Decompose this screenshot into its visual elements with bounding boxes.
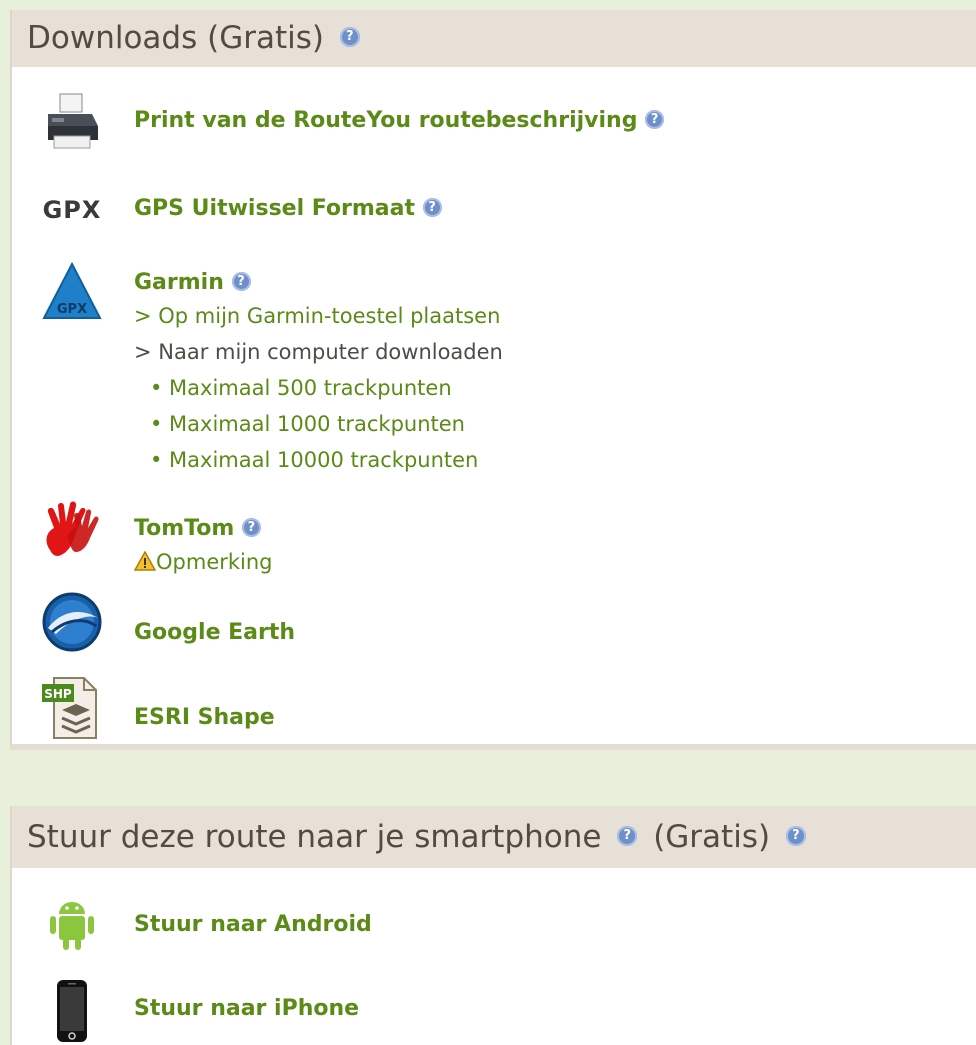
iphone-link[interactable]: Stuur naar iPhone bbox=[134, 996, 359, 1021]
print-link[interactable]: Print van de RouteYou routebeschrijving … bbox=[134, 108, 665, 133]
svg-text:SHP: SHP bbox=[44, 687, 72, 701]
help-icon[interactable]: ? bbox=[645, 109, 665, 129]
garmin-option-10000[interactable]: • Maximaal 10000 trackpunten bbox=[150, 448, 478, 472]
svg-text:GPX: GPX bbox=[57, 302, 87, 317]
garmin-icon: GPX bbox=[40, 260, 104, 324]
android-link[interactable]: Stuur naar Android bbox=[134, 912, 372, 937]
help-icon[interactable]: ? bbox=[422, 197, 442, 217]
garmin-download-label: > Naar mijn computer downloaden bbox=[134, 340, 503, 364]
warning-icon bbox=[133, 549, 157, 576]
smartphone-title-gratis: (Gratis) bbox=[653, 819, 771, 855]
tomtom-note-link[interactable]: Opmerking bbox=[133, 549, 273, 576]
printer-icon bbox=[40, 90, 104, 154]
gpx-link[interactable]: GPS Uitwissel Formaat ? bbox=[134, 196, 442, 221]
help-icon[interactable]: ? bbox=[617, 825, 638, 846]
garmin-place-link[interactable]: > Op mijn Garmin-toestel plaatsen bbox=[134, 304, 500, 328]
smartphone-header: Stuur deze route naar je smartphone ? (G… bbox=[12, 806, 976, 868]
gpx-icon: GPX bbox=[42, 196, 102, 224]
tomtom-link[interactable]: TomTom ? bbox=[134, 516, 261, 541]
garmin-option-1000[interactable]: • Maximaal 1000 trackpunten bbox=[150, 412, 465, 436]
smartphone-title: Stuur deze route naar je smartphone bbox=[27, 819, 602, 855]
iphone-icon bbox=[40, 978, 104, 1044]
esri-link[interactable]: ESRI Shape bbox=[134, 705, 275, 730]
downloads-title: Downloads (Gratis) bbox=[27, 20, 324, 56]
shp-file-icon: SHP bbox=[40, 675, 104, 739]
smartphone-panel: Stuur deze route naar je smartphone ? (G… bbox=[10, 806, 976, 1045]
downloads-panel: Downloads (Gratis) ? Print van de RouteY… bbox=[10, 10, 976, 750]
help-icon[interactable]: ? bbox=[231, 271, 251, 291]
garmin-link[interactable]: Garmin ? bbox=[134, 270, 251, 295]
help-icon[interactable]: ? bbox=[785, 825, 806, 846]
tomtom-hand-icon bbox=[40, 498, 104, 562]
garmin-option-500[interactable]: • Maximaal 500 trackpunten bbox=[150, 376, 452, 400]
google-earth-icon bbox=[40, 590, 104, 654]
help-icon[interactable]: ? bbox=[339, 26, 360, 47]
android-icon bbox=[40, 894, 104, 954]
google-earth-link[interactable]: Google Earth bbox=[134, 620, 295, 645]
help-icon[interactable]: ? bbox=[241, 517, 261, 537]
downloads-header: Downloads (Gratis) ? bbox=[12, 10, 976, 67]
